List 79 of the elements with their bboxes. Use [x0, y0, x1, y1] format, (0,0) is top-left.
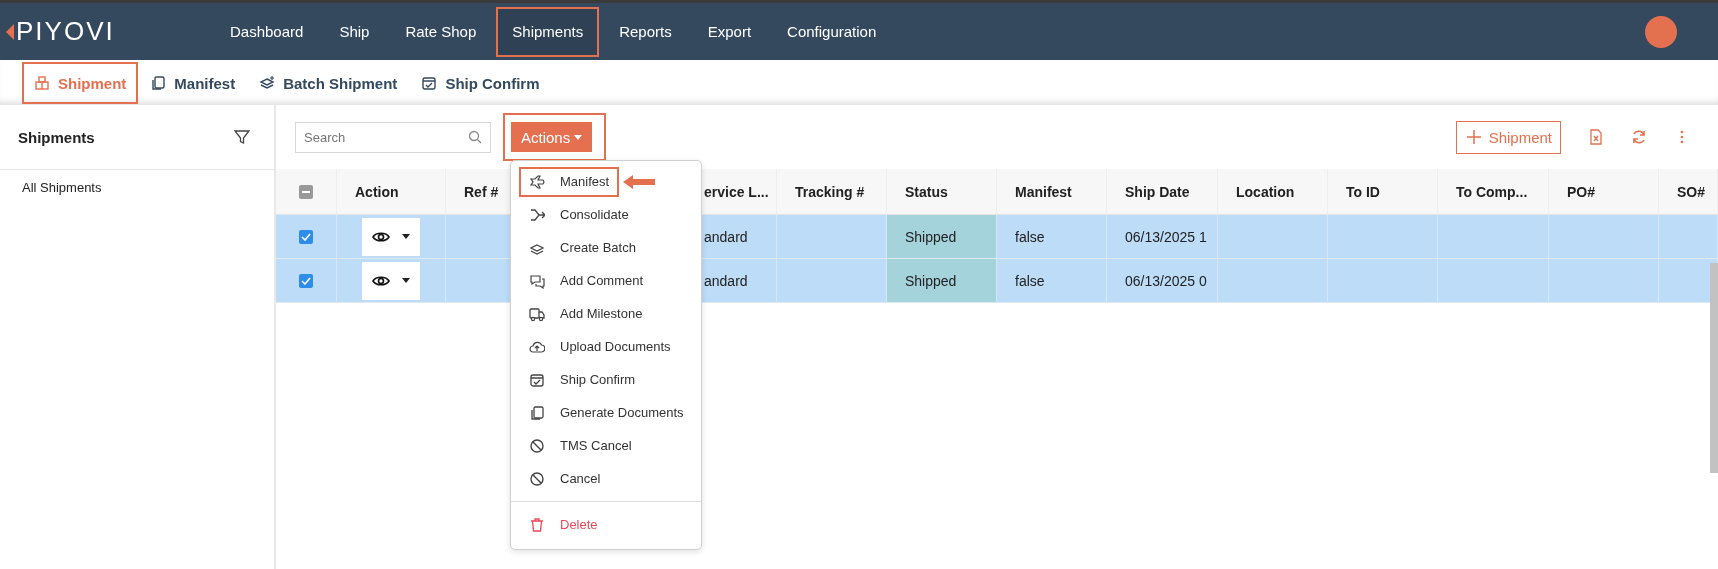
sub-tab[interactable]: Ship Confirm [409, 62, 552, 104]
sidebar-item[interactable]: All Shipments [0, 170, 274, 205]
table-cell: false [1015, 228, 1045, 245]
menu-item[interactable]: Upload Documents [519, 331, 681, 362]
view-dropdown-button[interactable] [362, 217, 420, 256]
scrollbar[interactable] [1710, 263, 1718, 473]
menu-item[interactable]: TMS Cancel [519, 430, 642, 461]
menu-item[interactable]: Delete [519, 509, 608, 540]
column-header[interactable]: PO# [1567, 183, 1595, 200]
pointer-arrow-icon [623, 174, 656, 189]
column-header[interactable]: To Comp... [1456, 183, 1528, 200]
row-checkbox[interactable] [299, 273, 313, 288]
logo-text: PIYOVI [16, 16, 115, 47]
panel-title: Shipments [18, 128, 95, 146]
table-cell: false [1015, 272, 1045, 289]
avatar[interactable] [1645, 15, 1677, 48]
column-header[interactable]: Tracking # [795, 183, 865, 200]
eye-icon [372, 230, 390, 243]
chat-icon [529, 272, 545, 289]
nav-link[interactable]: Dashboard [214, 6, 320, 57]
column-header[interactable]: Ship Date [1125, 183, 1190, 200]
copy-icon [150, 75, 167, 91]
column-header[interactable]: To ID [1346, 183, 1380, 200]
select-all-checkbox[interactable] [299, 184, 313, 199]
boxes-icon [34, 75, 50, 91]
column-header[interactable]: Action [355, 183, 399, 200]
cancel-icon [529, 437, 545, 454]
table-cell: 06/13/2025 0 [1125, 272, 1207, 289]
column-header[interactable]: Status [905, 183, 948, 200]
nav-link[interactable]: Export [691, 6, 768, 57]
column-header[interactable]: Location [1236, 183, 1295, 200]
caret-icon [574, 134, 583, 140]
search-field[interactable]: Search [295, 121, 491, 153]
menu-item[interactable]: Ship Confirm [519, 364, 646, 395]
layers-icon [259, 75, 276, 91]
caret-icon [402, 234, 410, 239]
status-cell: Shipped [887, 215, 997, 259]
minus-icon [302, 190, 310, 193]
truck-icon [529, 305, 545, 322]
view-dropdown-button[interactable] [362, 261, 420, 300]
caret-icon [402, 278, 410, 283]
logo-mark-icon [6, 23, 14, 40]
excel-file-button[interactable] [1588, 129, 1604, 145]
column-header[interactable]: Ref # [464, 183, 499, 200]
check-icon [301, 276, 311, 285]
menu-item[interactable]: Cancel [519, 463, 611, 494]
nav-link[interactable]: Reports [603, 6, 688, 57]
box-check-icon [421, 75, 438, 91]
refresh-icon [1631, 129, 1647, 145]
nav-link[interactable]: Configuration [771, 6, 893, 57]
column-header[interactable]: SO# [1677, 183, 1705, 200]
copy-icon [529, 404, 545, 421]
check-icon [301, 232, 311, 241]
cancel-icon [529, 470, 545, 487]
filter-icon[interactable] [234, 129, 250, 145]
nav-link[interactable]: Rate Shop [389, 6, 493, 57]
search-icon [468, 129, 482, 144]
menu-item[interactable]: Add Comment [519, 265, 654, 296]
table-cell: andard [704, 228, 748, 245]
column-header[interactable]: ervice L... [704, 183, 769, 200]
refresh-button[interactable] [1631, 129, 1647, 145]
status-cell: Shipped [887, 259, 997, 303]
row-checkbox[interactable] [299, 229, 313, 244]
box-check-icon [529, 371, 545, 388]
merge-icon [529, 206, 545, 223]
menu-item[interactable]: Manifest [519, 166, 620, 197]
column-header[interactable]: Manifest [1015, 183, 1072, 200]
plus-icon [1466, 130, 1481, 144]
table-cell: 06/13/2025 1 [1125, 228, 1207, 245]
menu-item[interactable]: Generate Documents [519, 397, 694, 428]
plane-icon [529, 173, 545, 190]
nav-link[interactable]: Ship [323, 6, 386, 57]
eye-icon [372, 274, 390, 287]
excel-file-icon [1588, 129, 1604, 145]
sub-tab[interactable]: Manifest [138, 62, 248, 104]
table-cell: andard [704, 272, 748, 289]
sub-tab[interactable]: Batch Shipment [247, 62, 410, 104]
nav-link[interactable]: Shipments [496, 6, 600, 57]
trash-icon [529, 516, 545, 533]
